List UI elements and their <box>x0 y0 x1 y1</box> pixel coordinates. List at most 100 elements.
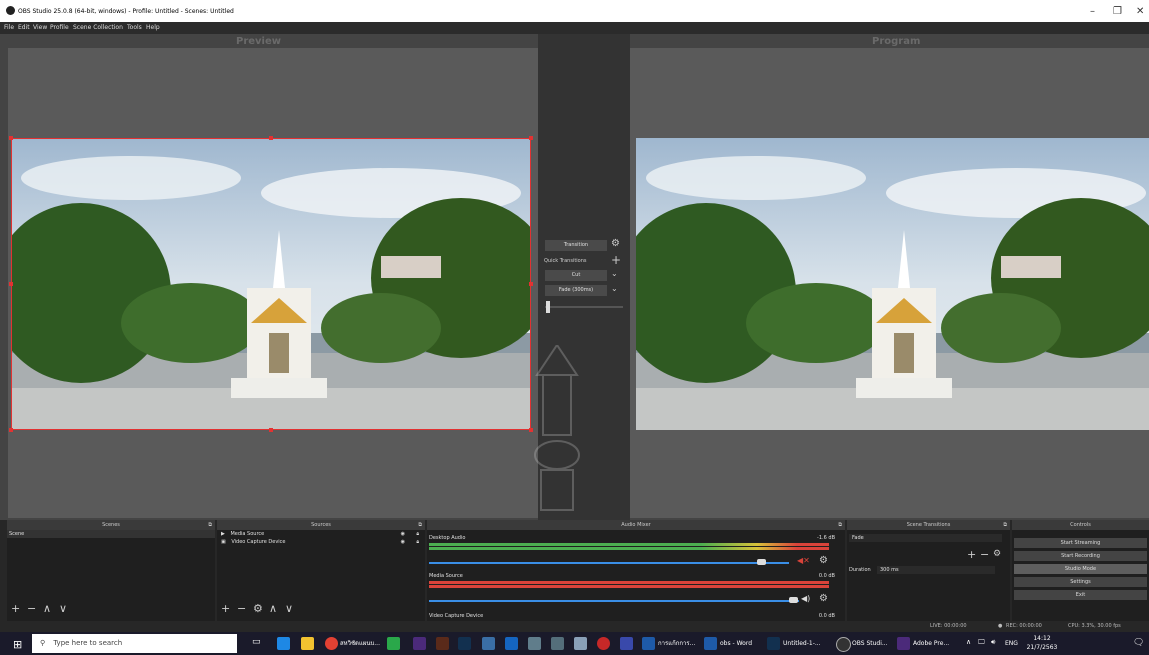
gear-icon[interactable]: ⚙ <box>611 238 620 249</box>
photoshop-icon[interactable] <box>458 637 471 650</box>
resize-handle[interactable] <box>269 428 273 432</box>
volume-slider[interactable] <box>429 600 799 602</box>
transition-button[interactable]: Transition <box>545 240 607 251</box>
undock-icon[interactable]: ⧉ <box>418 520 422 530</box>
app-icon[interactable] <box>551 637 564 650</box>
premiere-icon[interactable] <box>413 637 426 650</box>
word-icon[interactable] <box>642 637 655 650</box>
word-icon[interactable] <box>704 637 717 650</box>
fade-transition-button[interactable]: Fade (300ms) <box>545 285 607 296</box>
taskbar-premiere-window[interactable]: Adobe Pre... <box>913 636 949 651</box>
volume-icon[interactable]: 🔊︎ <box>991 638 995 647</box>
clock-date[interactable]: 21/7/2563 <box>1022 644 1062 651</box>
calculator-icon[interactable] <box>528 637 541 650</box>
volume-slider-handle[interactable] <box>757 559 766 565</box>
channel-settings-gear-icon[interactable]: ⚙ <box>819 555 828 566</box>
resize-handle[interactable] <box>9 428 13 432</box>
volume-slider-handle[interactable] <box>789 597 798 603</box>
restore-icon[interactable]: ❐ <box>1113 6 1122 17</box>
lock-icon[interactable]: 🔒︎ <box>416 530 419 538</box>
source-list-item[interactable]: ▣ Video Capture Device ◉ 🔒︎ <box>217 538 425 546</box>
volume-slider[interactable] <box>429 562 789 564</box>
undock-icon[interactable]: ⧉ <box>1003 520 1007 530</box>
photoshop-icon[interactable] <box>767 637 780 650</box>
resize-handle[interactable] <box>9 282 13 286</box>
selected-source-frame[interactable] <box>11 138 531 430</box>
language-indicator[interactable]: ENG <box>1005 640 1018 647</box>
close-icon[interactable]: ✕ <box>1136 6 1144 17</box>
start-streaming-button[interactable]: Start Streaming <box>1014 538 1147 548</box>
lock-icon[interactable]: 🔒︎ <box>416 538 419 546</box>
windows-start-icon[interactable]: ⊞ <box>13 638 22 651</box>
task-view-icon[interactable]: ▭ <box>252 637 261 647</box>
notification-icon[interactable]: 🗨︎ <box>1133 638 1144 648</box>
internet-explorer-icon[interactable] <box>505 637 518 650</box>
add-icon[interactable]: + <box>611 253 621 267</box>
add-source-icon[interactable]: + <box>221 602 230 615</box>
media-player-icon[interactable] <box>597 637 610 650</box>
menu-view[interactable]: View <box>33 24 47 31</box>
taskbar-obs-window[interactable]: OBS Studi... <box>852 636 888 651</box>
remove-transition-icon[interactable]: − <box>980 548 989 561</box>
add-transition-icon[interactable]: + <box>967 548 976 561</box>
transition-select[interactable]: Fade <box>849 534 1002 542</box>
remove-source-icon[interactable]: − <box>237 602 246 615</box>
settings-button[interactable]: Settings <box>1014 577 1147 587</box>
menu-file[interactable]: File <box>4 24 14 31</box>
tray-chevron-up-icon[interactable]: ∧ <box>966 638 971 646</box>
file-explorer-icon[interactable] <box>301 637 314 650</box>
menu-scene-collection[interactable]: Scene Collection <box>73 24 123 31</box>
edge-icon[interactable] <box>277 637 290 650</box>
menu-edit[interactable]: Edit <box>18 24 30 31</box>
duration-input[interactable]: 300 ms <box>877 566 995 574</box>
chevron-down-icon[interactable]: ⌄ <box>611 269 618 278</box>
app-icon[interactable] <box>620 637 633 650</box>
chrome-icon[interactable] <box>325 637 338 650</box>
move-up-icon[interactable]: ∧ <box>43 602 51 615</box>
illustrator-icon[interactable] <box>436 637 449 650</box>
taskbar-word-window[interactable]: การแก้กการ... <box>658 636 695 651</box>
visibility-eye-icon[interactable]: ◉ <box>401 538 405 546</box>
transition-slider-track[interactable] <box>545 306 623 308</box>
taskbar-chrome-window[interactable]: สหวิชัดแผนบ... <box>340 636 380 651</box>
mail-icon[interactable] <box>482 637 495 650</box>
taskbar-photoshop-window[interactable]: Untitled-1-... <box>783 636 821 651</box>
transition-properties-gear-icon[interactable]: ⚙ <box>993 549 1001 559</box>
menu-help[interactable]: Help <box>146 24 160 31</box>
muted-speaker-icon[interactable]: ◀✕ <box>797 556 810 565</box>
transition-slider-handle[interactable] <box>546 301 550 313</box>
resize-handle[interactable] <box>529 282 533 286</box>
remove-scene-icon[interactable]: − <box>27 602 36 615</box>
clock-time[interactable]: 14:12 <box>1027 635 1057 642</box>
taskbar-search-box[interactable]: ⚲ Type here to search <box>32 634 237 653</box>
undock-icon[interactable]: ⧉ <box>208 520 212 530</box>
resize-handle[interactable] <box>529 136 533 140</box>
network-icon[interactable]: 🖵︎ <box>978 638 985 647</box>
speaker-icon[interactable]: ◀) <box>801 594 810 603</box>
start-recording-button[interactable]: Start Recording <box>1014 551 1147 561</box>
move-down-icon[interactable]: ∨ <box>285 602 293 615</box>
add-scene-icon[interactable]: + <box>11 602 20 615</box>
app-icon[interactable] <box>574 637 587 650</box>
menu-tools[interactable]: Tools <box>127 24 142 31</box>
move-down-icon[interactable]: ∨ <box>59 602 67 615</box>
undock-icon[interactable]: ⧉ <box>838 520 842 530</box>
studio-mode-button[interactable]: Studio Mode <box>1014 564 1147 574</box>
source-list-item[interactable]: ▶ Media Source ◉ 🔒︎ <box>217 530 425 538</box>
exit-button[interactable]: Exit <box>1014 590 1147 600</box>
resize-handle[interactable] <box>269 136 273 140</box>
cut-transition-button[interactable]: Cut <box>545 270 607 281</box>
source-properties-gear-icon[interactable]: ⚙ <box>253 602 263 615</box>
obs-icon[interactable] <box>836 637 851 652</box>
premiere-icon[interactable] <box>897 637 910 650</box>
chevron-down-icon[interactable]: ⌄ <box>611 284 618 293</box>
menu-profile[interactable]: Profile <box>50 24 69 31</box>
resize-handle[interactable] <box>9 136 13 140</box>
visibility-eye-icon[interactable]: ◉ <box>401 530 405 538</box>
line-icon[interactable] <box>387 637 400 650</box>
channel-settings-gear-icon[interactable]: ⚙ <box>819 593 828 604</box>
minimize-icon[interactable]: – <box>1090 6 1095 17</box>
move-up-icon[interactable]: ∧ <box>269 602 277 615</box>
scene-list-item[interactable]: Scene <box>7 530 215 538</box>
taskbar-word-window[interactable]: obs - Word <box>720 636 752 651</box>
